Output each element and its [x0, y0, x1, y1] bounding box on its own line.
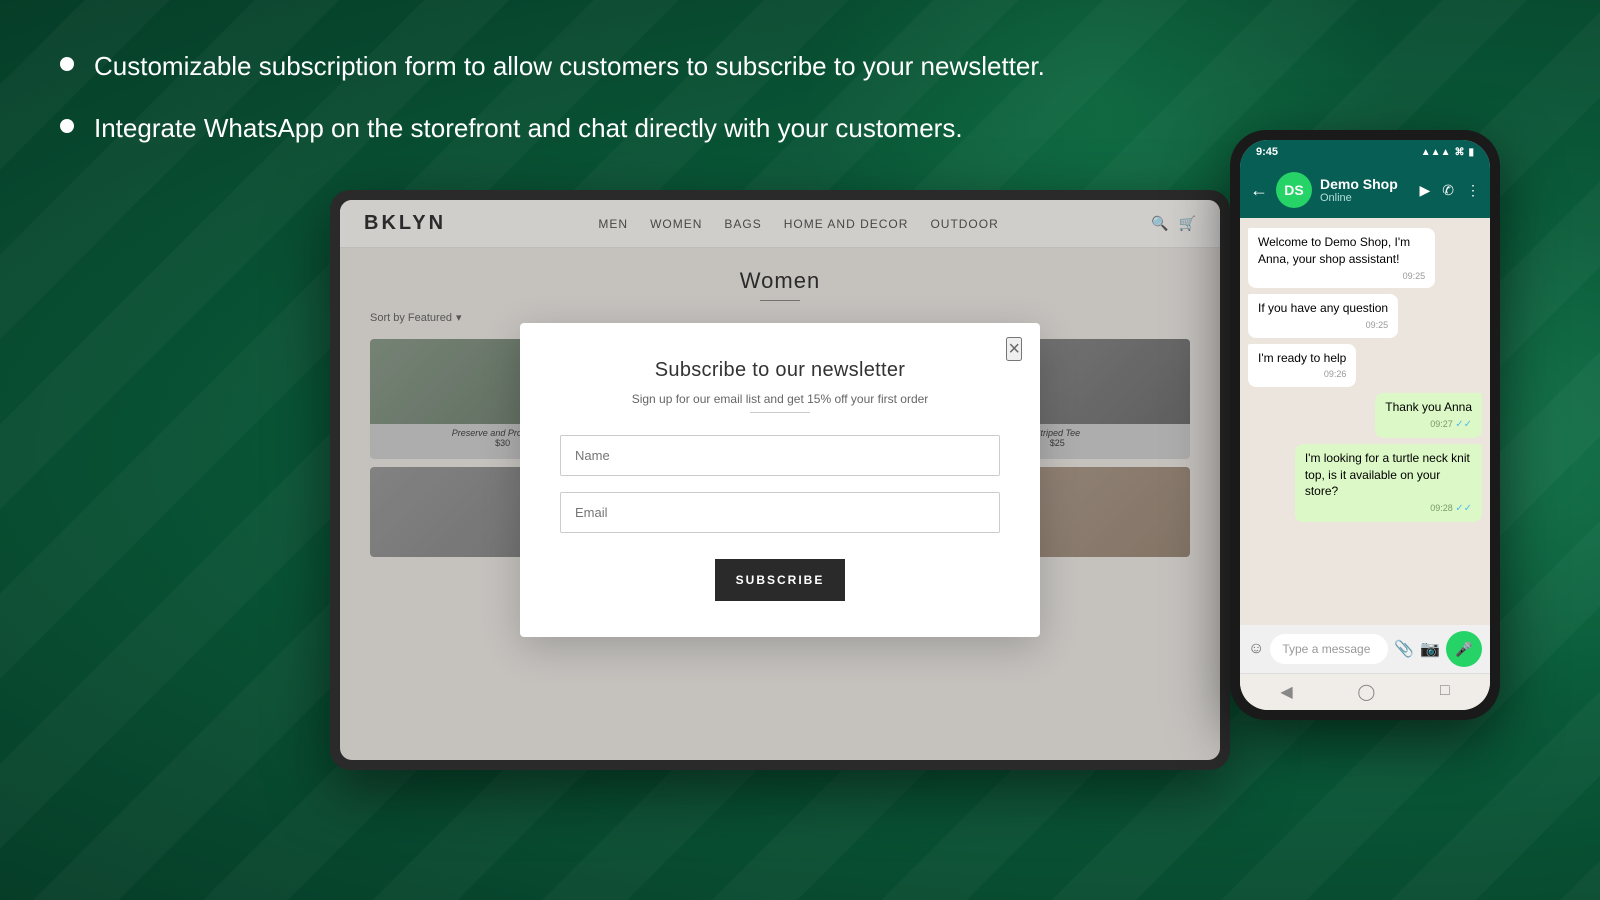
status-time: 9:45: [1256, 146, 1278, 158]
wa-header-icons: ▶ ✆ ⋮: [1419, 182, 1480, 199]
subscribe-button[interactable]: SUBSCRIBE: [715, 559, 845, 601]
attachment-icon[interactable]: 📎: [1394, 639, 1414, 659]
nav-back-icon[interactable]: ◀: [1280, 682, 1292, 702]
msg-time-4: 09:27 ✓✓: [1385, 418, 1472, 432]
check-marks-5: ✓✓: [1455, 503, 1472, 514]
phone-screen: 9:45 ▲▲▲ ⌘ ▮ ← DS Demo Shop Online ▶ ✆ ⋮: [1240, 140, 1490, 710]
contact-info: Demo Shop Online: [1320, 176, 1411, 204]
mic-icon: 🎤: [1455, 641, 1472, 658]
contact-status: Online: [1320, 192, 1411, 204]
chat-message-3: I'm ready to help 09:26: [1248, 344, 1356, 387]
chat-message-5: I'm looking for a turtle neck knit top, …: [1295, 444, 1482, 522]
nav-recent-icon[interactable]: □: [1440, 682, 1450, 702]
msg-time-2: 09:25: [1258, 319, 1388, 332]
whatsapp-header: ← DS Demo Shop Online ▶ ✆ ⋮: [1240, 164, 1490, 218]
subscription-modal: × Subscribe to our newsletter Sign up fo…: [520, 323, 1040, 637]
phone-mockup: 9:45 ▲▲▲ ⌘ ▮ ← DS Demo Shop Online ▶ ✆ ⋮: [1230, 130, 1500, 720]
emoji-icon[interactable]: ☺: [1248, 640, 1264, 658]
video-call-icon[interactable]: ▶: [1419, 182, 1430, 199]
chat-message-4: Thank you Anna 09:27 ✓✓: [1375, 393, 1482, 438]
status-icons: ▲▲▲ ⌘ ▮: [1421, 147, 1474, 158]
msg-time-5: 09:28 ✓✓: [1305, 502, 1472, 516]
signal-icon: ▲▲▲: [1421, 147, 1451, 158]
chat-body: Welcome to Demo Shop, I'm Anna, your sho…: [1240, 218, 1490, 625]
modal-close-button[interactable]: ×: [1006, 337, 1022, 361]
wifi-icon: ⌘: [1454, 147, 1464, 158]
msg-text-2: If you have any question: [1258, 300, 1388, 317]
tablet-screen: BKLYN MEN WOMEN BAGS HOME AND DECOR OUTD…: [340, 200, 1220, 760]
message-input[interactable]: Type a message: [1270, 634, 1388, 664]
bullet-dot-1: [60, 57, 74, 71]
modal-subtitle: Sign up for our email list and get 15% o…: [560, 392, 1000, 406]
tablet-mockup: BKLYN MEN WOMEN BAGS HOME AND DECOR OUTD…: [330, 190, 1230, 770]
contact-avatar: DS: [1276, 172, 1312, 208]
avatar-initials: DS: [1284, 182, 1303, 198]
battery-icon: ▮: [1468, 147, 1474, 158]
contact-name: Demo Shop: [1320, 176, 1411, 192]
msg-time-1: 09:25: [1258, 270, 1425, 283]
phone-bottom-nav: ◀ ◯ □: [1240, 673, 1490, 710]
msg-text-3: I'm ready to help: [1258, 350, 1346, 367]
mic-button[interactable]: 🎤: [1446, 631, 1482, 667]
msg-time-3: 09:26: [1258, 368, 1346, 381]
chat-input-bar: ☺ Type a message 📎 📷 🎤: [1240, 625, 1490, 673]
modal-title: Subscribe to our newsletter: [560, 359, 1000, 382]
modal-divider: [750, 412, 810, 413]
more-options-icon[interactable]: ⋮: [1466, 182, 1480, 199]
message-placeholder: Type a message: [1282, 642, 1370, 656]
msg-text-4: Thank you Anna: [1385, 399, 1472, 416]
phone-status-bar: 9:45 ▲▲▲ ⌘ ▮: [1240, 140, 1490, 164]
bullet-dot-2: [60, 119, 74, 133]
name-input[interactable]: [560, 435, 1000, 476]
back-icon[interactable]: ←: [1250, 180, 1268, 201]
msg-text-1: Welcome to Demo Shop, I'm Anna, your sho…: [1258, 234, 1425, 268]
voice-call-icon[interactable]: ✆: [1442, 182, 1454, 199]
check-marks-4: ✓✓: [1455, 419, 1472, 430]
chat-message-2: If you have any question 09:25: [1248, 294, 1398, 337]
nav-home-icon[interactable]: ◯: [1357, 682, 1375, 702]
modal-overlay: × Subscribe to our newsletter Sign up fo…: [340, 200, 1220, 760]
email-input[interactable]: [560, 492, 1000, 533]
feature-item-1: Customizable subscription form to allow …: [60, 50, 1540, 84]
msg-text-5: I'm looking for a turtle neck knit top, …: [1305, 450, 1472, 500]
chat-message-1: Welcome to Demo Shop, I'm Anna, your sho…: [1248, 228, 1435, 288]
camera-icon[interactable]: 📷: [1420, 639, 1440, 659]
